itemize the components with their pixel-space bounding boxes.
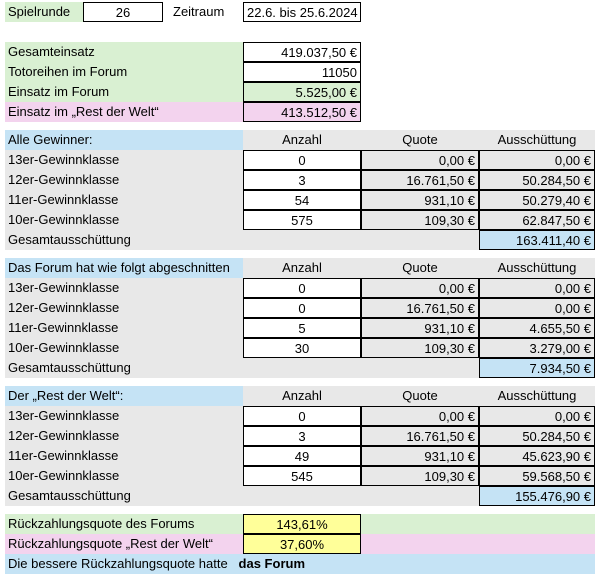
quote-cell[interactable]: 0,00 € — [361, 278, 479, 298]
quote-cell[interactable]: 109,30 € — [361, 466, 479, 486]
gesamtausschuettung-label: Gesamtausschüttung — [5, 486, 479, 506]
ausschuettung-cell[interactable]: 0,00 € — [479, 150, 595, 170]
anzahl-cell[interactable]: 0 — [243, 298, 361, 318]
gesamteinsatz-value[interactable]: 419.037,50 € — [243, 42, 361, 62]
gewinnklasse-label: 10er-Gewinnklasse — [5, 338, 243, 358]
quote-cell[interactable]: 931,10 € — [361, 190, 479, 210]
ausschuettung-cell[interactable]: 3.279,00 € — [479, 338, 595, 358]
quote-cell[interactable]: 109,30 € — [361, 210, 479, 230]
spielrunde-label: Spielrunde — [5, 2, 83, 22]
zeitraum-label: Zeitraum — [173, 4, 225, 19]
quote-rest-fill — [361, 534, 595, 554]
quote-rest-value[interactable]: 37,60% — [243, 534, 361, 554]
anzahl-cell[interactable]: 3 — [243, 170, 361, 190]
ausschuettung-cell[interactable]: 45.623,90 € — [479, 446, 595, 466]
gewinnklasse-label: 10er-Gewinnklasse — [5, 210, 243, 230]
anzahl-cell[interactable]: 575 — [243, 210, 361, 230]
section-title: Das Forum hat wie folgt abgeschnitten — [5, 258, 243, 278]
anzahl-cell[interactable]: 5 — [243, 318, 361, 338]
section-title: Alle Gewinner: — [5, 130, 243, 150]
column-header-anzahl: Anzahl — [243, 386, 361, 406]
quote-cell[interactable]: 109,30 € — [361, 338, 479, 358]
gesamtausschuettung-label: Gesamtausschüttung — [5, 358, 479, 378]
quote-forum-label: Rückzahlungsquote des Forums — [5, 514, 243, 534]
column-header-ausschuettung: Ausschüttung — [479, 130, 595, 150]
quote-forum-value[interactable]: 143,61% — [243, 514, 361, 534]
quote-cell[interactable]: 0,00 € — [361, 150, 479, 170]
anzahl-cell[interactable]: 0 — [243, 406, 361, 426]
gesamtausschuettung-label: Gesamtausschüttung — [5, 230, 479, 250]
gewinnklasse-label: 13er-Gewinnklasse — [5, 150, 243, 170]
column-header-anzahl: Anzahl — [243, 258, 361, 278]
gewinnklasse-label: 12er-Gewinnklasse — [5, 170, 243, 190]
gewinnklasse-label: 11er-Gewinnklasse — [5, 318, 243, 338]
anzahl-cell[interactable]: 0 — [243, 278, 361, 298]
column-header-anzahl: Anzahl — [243, 130, 361, 150]
quote-cell[interactable]: 931,10 € — [361, 318, 479, 338]
zeitraum-value[interactable]: 22.6. bis 25.6.2024 — [243, 2, 361, 22]
quote-forum-fill — [361, 514, 595, 534]
einsatz-rest-value[interactable]: 413.512,50 € — [243, 102, 361, 122]
column-header-ausschuettung: Ausschüttung — [479, 386, 595, 406]
spielrunde-value[interactable]: 26 — [83, 2, 163, 22]
quote-cell[interactable]: 16.761,50 € — [361, 426, 479, 446]
quote-cell[interactable]: 0,00 € — [361, 406, 479, 426]
quote-cell[interactable]: 931,10 € — [361, 446, 479, 466]
gewinnklasse-label: 12er-Gewinnklasse — [5, 426, 243, 446]
einsatz-rest-label: Einsatz im „Rest der Welt“ — [5, 102, 243, 122]
quote-rest-label: Rückzahlungsquote „Rest der Welt“ — [5, 534, 243, 554]
totoreihen-value[interactable]: 11050 — [243, 62, 361, 82]
anzahl-cell[interactable]: 3 — [243, 426, 361, 446]
anzahl-cell[interactable]: 30 — [243, 338, 361, 358]
column-header-quote: Quote — [361, 258, 479, 278]
column-header-ausschuettung: Ausschüttung — [479, 258, 595, 278]
ausschuettung-cell[interactable]: 50.279,40 € — [479, 190, 595, 210]
gesamtausschuettung-value[interactable]: 155.476,90 € — [479, 486, 595, 506]
better-quote-label: Die bessere Rückzahlungsquote hatte — [8, 556, 228, 571]
gesamtausschuettung-value[interactable]: 7.934,50 € — [479, 358, 595, 378]
gewinnklasse-label: 11er-Gewinnklasse — [5, 446, 243, 466]
ausschuettung-cell[interactable]: 62.847,50 € — [479, 210, 595, 230]
anzahl-cell[interactable]: 0 — [243, 150, 361, 170]
gesamteinsatz-label: Gesamteinsatz — [5, 42, 243, 62]
column-header-quote: Quote — [361, 130, 479, 150]
section-title: Der „Rest der Welt“: — [5, 386, 243, 406]
ausschuettung-cell[interactable]: 4.655,50 € — [479, 318, 595, 338]
column-header-quote: Quote — [361, 386, 479, 406]
quote-cell[interactable]: 16.761,50 € — [361, 170, 479, 190]
ausschuettung-cell[interactable]: 0,00 € — [479, 278, 595, 298]
gewinnklasse-label: 12er-Gewinnklasse — [5, 298, 243, 318]
ausschuettung-cell[interactable]: 0,00 € — [479, 298, 595, 318]
gesamtausschuettung-value[interactable]: 163.411,40 € — [479, 230, 595, 250]
better-quote-value: das Forum — [238, 556, 306, 571]
anzahl-cell[interactable]: 54 — [243, 190, 361, 210]
gewinnklasse-label: 10er-Gewinnklasse — [5, 466, 243, 486]
einsatz-forum-value[interactable]: 5.525,00 € — [243, 82, 361, 102]
better-quote-row: Die bessere Rückzahlungsquote hatte das … — [5, 554, 595, 574]
anzahl-cell[interactable]: 545 — [243, 466, 361, 486]
ausschuettung-cell[interactable]: 50.284,50 € — [479, 426, 595, 446]
quote-cell[interactable]: 16.761,50 € — [361, 298, 479, 318]
ausschuettung-cell[interactable]: 50.284,50 € — [479, 170, 595, 190]
gewinnklasse-label: 13er-Gewinnklasse — [5, 406, 243, 426]
einsatz-forum-label: Einsatz im Forum — [5, 82, 243, 102]
anzahl-cell[interactable]: 49 — [243, 446, 361, 466]
ausschuettung-cell[interactable]: 0,00 € — [479, 406, 595, 426]
gewinnklasse-label: 13er-Gewinnklasse — [5, 278, 243, 298]
ausschuettung-cell[interactable]: 59.568,50 € — [479, 466, 595, 486]
gewinnklasse-label: 11er-Gewinnklasse — [5, 190, 243, 210]
totoreihen-label: Totoreihen im Forum — [5, 62, 243, 82]
